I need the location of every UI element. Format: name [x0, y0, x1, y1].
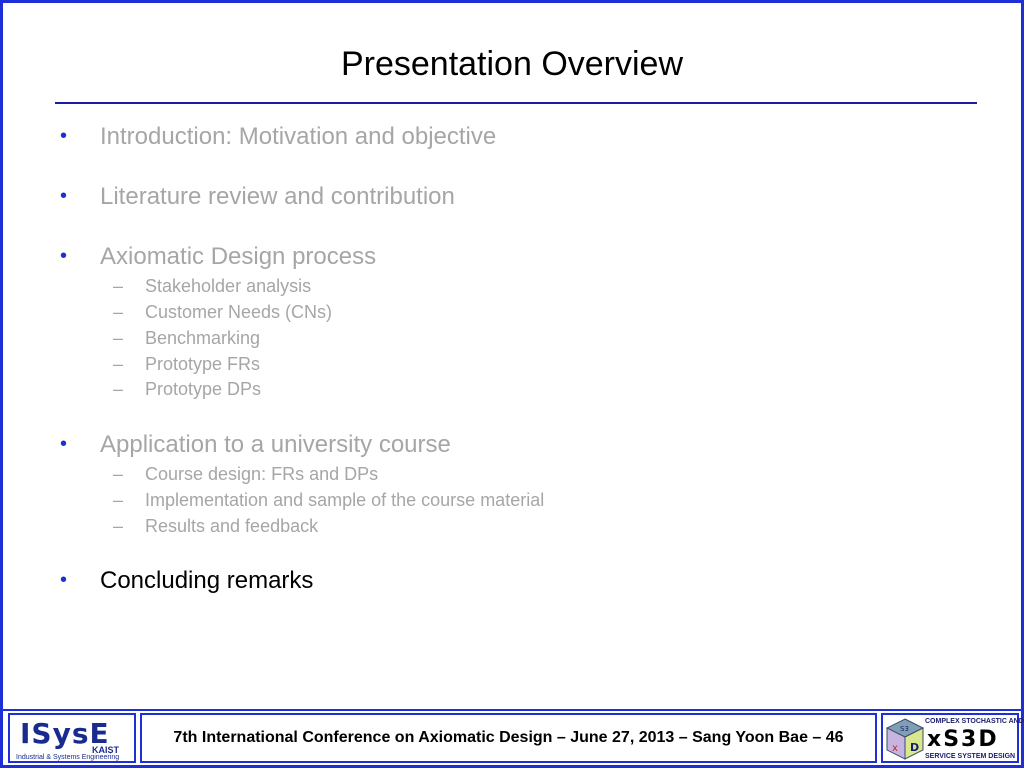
cube-letter-top: S3 [900, 725, 909, 733]
outline-subitem-label: Customer Needs (CNs) [145, 302, 333, 322]
isyse-kaist-logo: ISysE KAIST Industrial & Systems Enginee… [8, 713, 136, 763]
dash-icon: – [113, 516, 124, 536]
outline-subitem: – Implementation and sample of the course… [113, 491, 544, 509]
outline-item-label: Literature review and contribution [100, 183, 455, 210]
outline-subitem-label: Stakeholder analysis [145, 276, 312, 296]
bullet-icon: • [60, 185, 68, 207]
xs3d-logo-top-line: COMPLEX STOCHASTIC AND [925, 718, 1024, 725]
outline-item-label: Introduction: Motivation and objective [100, 123, 497, 150]
dash-icon: – [113, 464, 124, 484]
outline-subitem: – Prototype FRs [113, 355, 260, 373]
bullet-icon: • [60, 245, 68, 267]
outline-subitem-label: Prototype DPs [145, 379, 262, 399]
cube-letter-right: D [910, 741, 919, 754]
outline-item-label: Concluding remarks [100, 567, 314, 594]
outline-item-concluding-remarks: • Concluding remarks [60, 569, 313, 593]
footer-caption: 7th International Conference on Axiomati… [140, 713, 877, 763]
outline-subitem: – Course design: FRs and DPs [113, 465, 378, 483]
outline-subitem-label: Course design: FRs and DPs [145, 464, 379, 484]
bullet-icon: • [60, 569, 68, 591]
outline-subitem-label: Benchmarking [145, 328, 261, 348]
dash-icon: – [113, 276, 124, 296]
dash-icon: – [113, 379, 124, 399]
outline-subitem-label: Results and feedback [145, 516, 319, 536]
xs3d-logo-bottom-line: SERVICE SYSTEM DESIGN [925, 753, 1016, 760]
outline-subitem: – Prototype DPs [113, 380, 261, 398]
outline-item-introduction: • Introduction: Motivation and objective [60, 125, 496, 149]
dash-icon: – [113, 490, 124, 510]
outline-item-application: • Application to a university course [60, 433, 451, 457]
isyse-logo-tagline: Industrial & Systems Engineering [16, 754, 120, 761]
outline-item-literature: • Literature review and contribution [60, 185, 455, 209]
outline-item-label: Application to a university course [100, 431, 451, 458]
outline-subitem: – Stakeholder analysis [113, 277, 311, 295]
dash-icon: – [113, 354, 124, 374]
xs3d-logo-word: xS3D [927, 727, 999, 752]
outline-subitem: – Customer Needs (CNs) [113, 303, 332, 321]
cube-letter-left: x [892, 743, 898, 754]
bullet-icon: • [60, 125, 68, 147]
xs3d-logo: S3 D x COMPLEX STOCHASTIC AND xS3D SERVI… [881, 713, 1024, 763]
outline-item-label: Axiomatic Design process [100, 243, 377, 270]
outline-item-axiomatic-design: • Axiomatic Design process [60, 245, 376, 269]
dash-icon: – [113, 302, 124, 322]
outline-list: • Introduction: Motivation and objective … [0, 0, 1024, 700]
outline-subitem-label: Implementation and sample of the course … [145, 490, 545, 510]
outline-subitem: – Benchmarking [113, 329, 260, 347]
bullet-icon: • [60, 433, 68, 455]
xs3d-cube-icon: S3 D x [885, 718, 925, 760]
slide-footer: ISysE KAIST Industrial & Systems Enginee… [3, 711, 1024, 765]
dash-icon: – [113, 328, 124, 348]
outline-subitem: – Results and feedback [113, 517, 318, 535]
outline-subitem-label: Prototype FRs [145, 354, 261, 374]
